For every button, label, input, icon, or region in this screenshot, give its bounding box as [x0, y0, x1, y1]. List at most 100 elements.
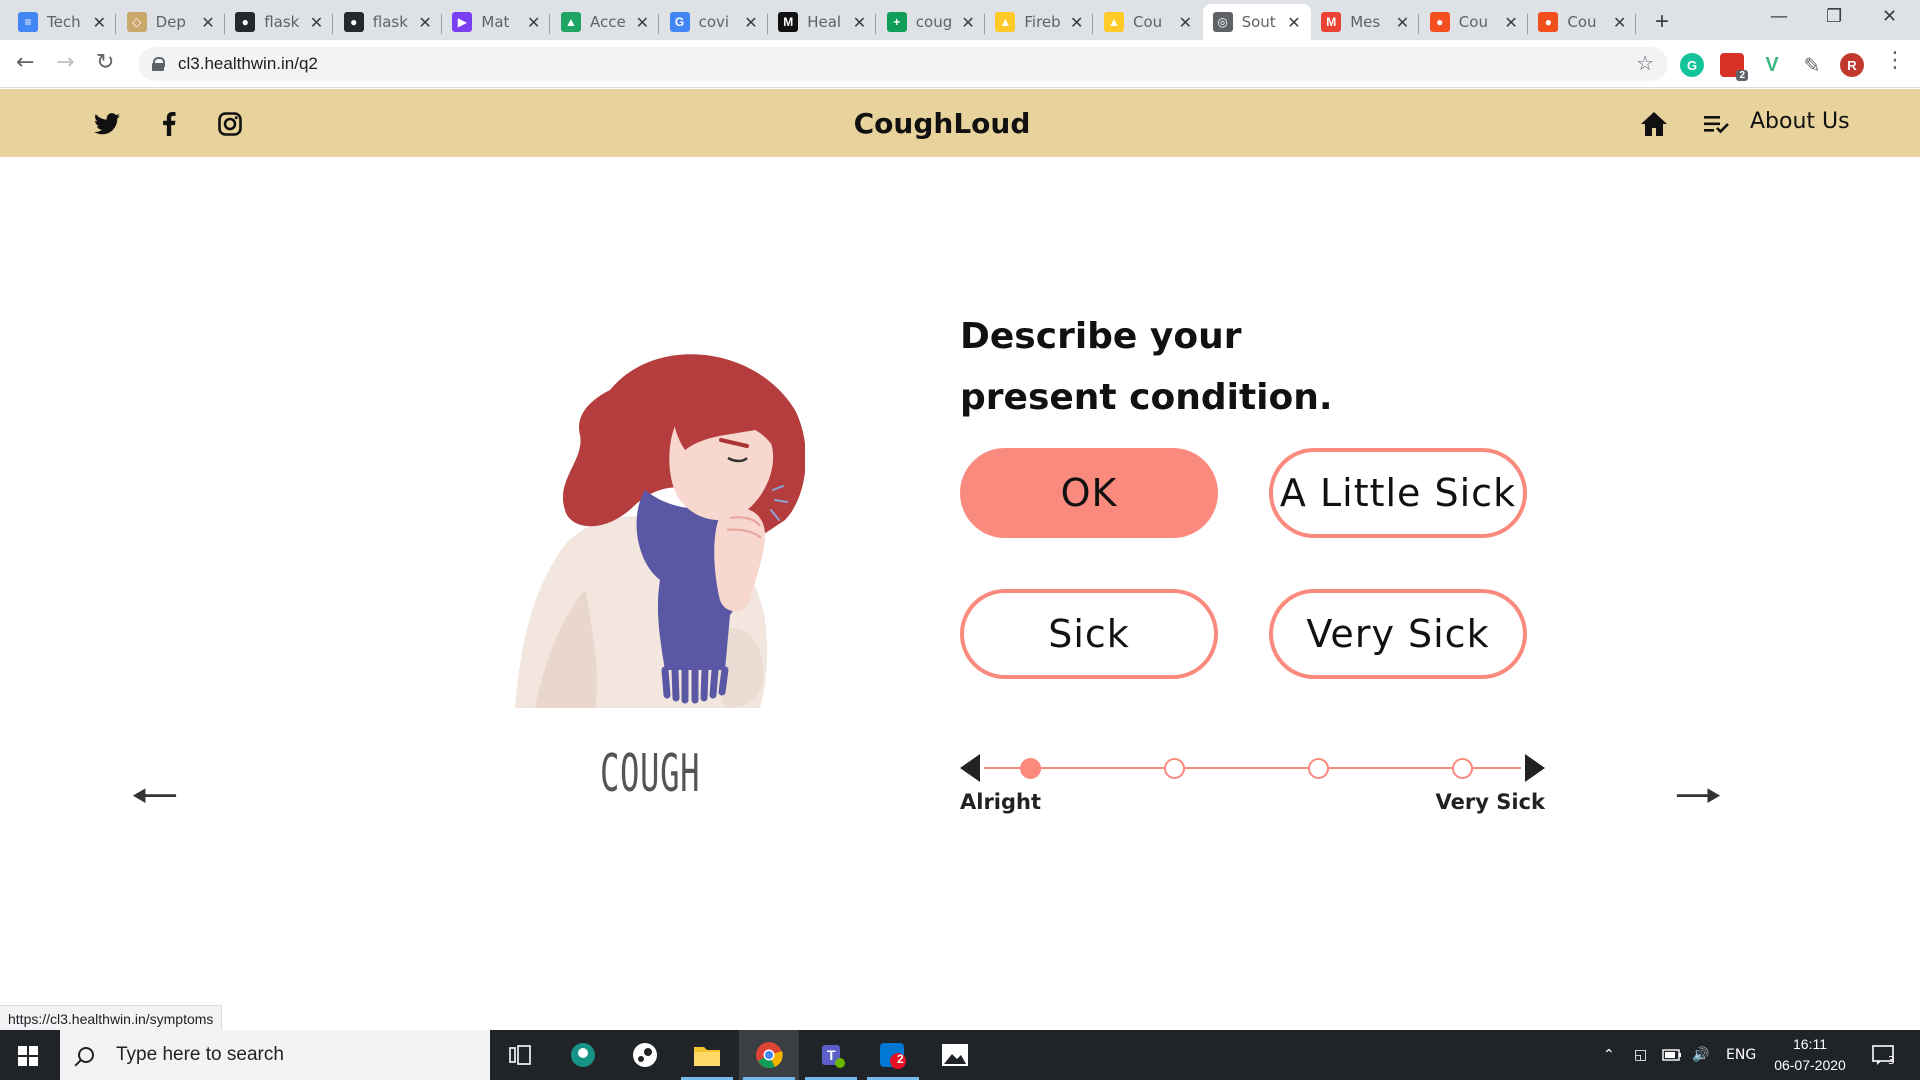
gmail-icon: M	[1321, 12, 1342, 32]
close-tab-icon[interactable]: ✕	[1613, 13, 1626, 32]
teams-icon[interactable]: T	[801, 1030, 861, 1080]
play-icon: ▶	[452, 12, 473, 32]
back-button[interactable]: ←	[16, 50, 34, 75]
grammarly-extension-icon[interactable]: G	[1680, 53, 1704, 77]
close-tab-icon[interactable]: ✕	[1179, 13, 1192, 32]
close-tab-icon[interactable]: ✕	[1070, 13, 1083, 32]
browser-tab-title: covi	[698, 13, 730, 31]
task-view-icon[interactable]	[490, 1030, 550, 1080]
browser-tab[interactable]: ▶ Mat ✕	[442, 4, 551, 40]
next-arrow-icon[interactable]: 🠒	[1674, 756, 1723, 851]
medium-icon: M	[778, 12, 799, 32]
close-tab-icon[interactable]: ✕	[1504, 13, 1517, 32]
taskbar-search-box[interactable]: Type here to search	[60, 1030, 490, 1080]
browser-tab-title: Cou	[1567, 13, 1597, 31]
steam-icon[interactable]	[615, 1030, 675, 1080]
browser-tab-title: coug	[915, 13, 953, 31]
about-us-link[interactable]: About Us	[1750, 109, 1850, 134]
volume-icon[interactable]: 🔊	[1692, 1030, 1709, 1080]
close-tab-icon[interactable]: ✕	[1396, 13, 1409, 32]
new-tab-button[interactable]: +	[1655, 8, 1669, 36]
browser-tab[interactable]: ≡ Tech ✕	[8, 4, 116, 40]
adblock-extension-icon[interactable]: 2	[1720, 53, 1748, 81]
close-tab-icon[interactable]: ✕	[961, 13, 974, 32]
scale-left-arrow-icon	[960, 754, 980, 782]
figma-icon: ●	[1538, 12, 1559, 32]
browser-tab[interactable]: ◎ Sout ✕	[1202, 4, 1311, 40]
browser-tab[interactable]: + coug ✕	[877, 4, 985, 40]
scale-step-3[interactable]	[1308, 758, 1329, 779]
close-tab-icon[interactable]: ✕	[636, 13, 649, 32]
close-tab-icon[interactable]: ✕	[1287, 13, 1300, 32]
browser-tab-title: Cou	[1133, 13, 1163, 31]
svg-text:T: T	[827, 1047, 836, 1063]
tray-chevron-icon[interactable]: ⌃	[1603, 1030, 1615, 1080]
browser-tab[interactable]: ◇ Dep ✕	[117, 4, 225, 40]
close-tab-icon[interactable]: ✕	[744, 13, 757, 32]
browser-tab[interactable]: ▲ Acce ✕	[551, 4, 659, 40]
browser-tab[interactable]: M Mes ✕	[1311, 4, 1420, 40]
lock-icon	[152, 57, 165, 71]
close-tab-icon[interactable]: ✕	[93, 13, 106, 32]
scale-step-1[interactable]	[1020, 758, 1041, 779]
close-tab-icon[interactable]: ✕	[418, 13, 431, 32]
clock-date: 06-07-2020	[1774, 1057, 1846, 1073]
profile-avatar[interactable]: R	[1840, 53, 1864, 77]
close-tab-icon[interactable]: ✕	[201, 13, 214, 32]
clock-time: 16:11	[1793, 1036, 1827, 1052]
browser-tab-title: Sout	[1241, 13, 1276, 31]
taskbar-clock[interactable]: 16:11 06-07-2020	[1760, 1034, 1860, 1076]
skype-icon[interactable]: 2	[863, 1030, 923, 1080]
bookmark-star-icon[interactable]: ☆	[1636, 51, 1654, 76]
menu-list-icon[interactable]	[1702, 110, 1730, 138]
minimize-button[interactable]: —	[1770, 6, 1788, 27]
browser-tab-title: Fireb	[1024, 13, 1061, 31]
vue-devtools-icon[interactable]: V	[1760, 53, 1784, 77]
option-very-sick-button[interactable]: Very Sick	[1269, 589, 1527, 679]
browser-tab-title: flask	[264, 13, 300, 31]
browser-tab[interactable]: ● Cou ✕	[1528, 4, 1637, 40]
extensions-puzzle-icon[interactable]: ✎	[1800, 53, 1824, 77]
close-tab-icon[interactable]: ✕	[853, 13, 866, 32]
previous-arrow-icon[interactable]: 🠐	[130, 756, 179, 851]
notifications-icon[interactable]: 3	[1872, 1030, 1896, 1080]
battery-icon[interactable]	[1662, 1030, 1682, 1080]
windows-start-icon[interactable]	[18, 1046, 38, 1066]
firebase-icon: ▲	[1104, 12, 1124, 32]
chrome-taskbar-icon[interactable]	[739, 1030, 799, 1080]
file-explorer-icon[interactable]	[677, 1030, 737, 1080]
close-tab-icon[interactable]: ✕	[527, 13, 540, 32]
browser-tab-title: Heal	[807, 13, 842, 31]
google-docs-icon: ≡	[18, 12, 38, 32]
browser-tab[interactable]: Gcovi ✕	[660, 4, 768, 40]
browser-tab[interactable]: ▲ Cou ✕	[1094, 4, 1202, 40]
restore-button[interactable]: ❐	[1826, 6, 1842, 27]
browser-tab[interactable]: ● Cou ✕	[1420, 4, 1528, 40]
photos-icon[interactable]	[925, 1030, 985, 1080]
gitkraken-icon[interactable]	[553, 1030, 613, 1080]
scale-step-4[interactable]	[1452, 758, 1473, 779]
browser-tab[interactable]: ● flask ✕	[334, 4, 442, 40]
home-icon[interactable]	[1640, 110, 1668, 138]
severity-scale: Alright Very Sick	[960, 750, 1545, 820]
forward-button[interactable]: →	[56, 50, 74, 75]
option-sick-button[interactable]: Sick	[960, 589, 1218, 679]
chrome-menu-icon[interactable]: ⋮	[1884, 48, 1906, 73]
address-bar[interactable]: cl3.healthwin.in/q2 ☆	[138, 47, 1668, 81]
skype-badge: 2	[897, 1052, 904, 1066]
browser-tab[interactable]: ● flask ✕	[225, 4, 334, 40]
browser-tab[interactable]: M Heal ✕	[768, 4, 877, 40]
browser-tab[interactable]: ▲ Fireb ✕	[985, 4, 1094, 40]
option-ok-button[interactable]: OK	[960, 448, 1218, 538]
network-icon[interactable]: ◱	[1634, 1030, 1647, 1080]
option-a-little-sick-button[interactable]: A Little Sick	[1269, 448, 1527, 538]
google-sheets-icon: +	[886, 12, 907, 32]
close-window-button[interactable]: ✕	[1882, 6, 1897, 27]
reload-button[interactable]: ↻	[96, 50, 114, 75]
browser-tab-title: Dep	[155, 13, 186, 31]
language-indicator[interactable]: ENG	[1726, 1030, 1756, 1080]
brand-title[interactable]: CoughLoud	[0, 107, 1884, 140]
coughing-girl-illustration	[515, 340, 806, 710]
scale-step-2[interactable]	[1164, 758, 1185, 779]
close-tab-icon[interactable]: ✕	[310, 13, 323, 32]
